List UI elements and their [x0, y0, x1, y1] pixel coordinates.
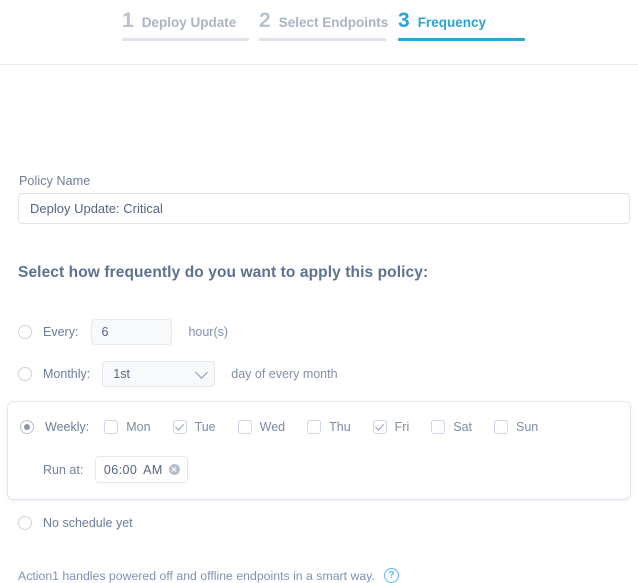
weekday-sun[interactable]: Sun	[494, 420, 538, 434]
checkbox-thu[interactable]	[307, 420, 322, 434]
weekday-sat[interactable]: Sat	[431, 420, 472, 434]
weekday-tue[interactable]: Tue	[172, 420, 216, 434]
step-label: Deploy Update	[141, 15, 237, 30]
step-label: Frequency	[417, 15, 486, 30]
step-underline	[398, 38, 525, 41]
monthly-day-select[interactable]: 1st	[102, 361, 216, 387]
weekday-thu[interactable]: Thu	[307, 420, 351, 434]
every-suffix: hour(s)	[188, 325, 229, 339]
weekday-label: Thu	[329, 420, 351, 434]
every-label: Every:	[43, 325, 79, 339]
weekly-label: Weekly:	[45, 420, 90, 434]
weekday-fri[interactable]: Fri	[372, 420, 410, 434]
step-frequency[interactable]: 3 Frequency	[398, 9, 525, 41]
step-label: Select Endpoints	[278, 15, 389, 30]
weekday-wed[interactable]: Wed	[237, 420, 286, 434]
monthly-label: Monthly:	[43, 367, 91, 381]
help-question-icon[interactable]: ?	[383, 568, 399, 583]
checkbox-tue[interactable]	[172, 420, 187, 434]
checkbox-wed[interactable]	[237, 420, 252, 434]
run-at-time-input[interactable]: 06:00 AM	[95, 456, 189, 483]
frequency-option-weekly[interactable]: Weekly: Mon Tue Wed Thu Fri Sat Sun	[20, 420, 552, 434]
section-title: Select how frequently do you want to app…	[18, 264, 429, 281]
footer-note: Action1 handles powered off and offline …	[18, 568, 399, 583]
frequency-option-monthly[interactable]: Monthly: 1st day of every month	[18, 361, 338, 387]
frequency-option-every[interactable]: Every: hour(s)	[18, 319, 228, 345]
policy-name-input[interactable]	[18, 193, 630, 224]
weekday-label: Sun	[516, 420, 539, 434]
checkbox-fri[interactable]	[372, 420, 387, 434]
weekday-label: Tue	[194, 420, 216, 434]
checkbox-mon[interactable]	[104, 420, 119, 434]
checkbox-sat[interactable]	[431, 420, 446, 434]
no-schedule-label: No schedule yet	[43, 516, 133, 530]
step-number: 1	[122, 9, 134, 32]
weekday-label: Fri	[394, 420, 410, 434]
weekday-label: Wed	[259, 420, 286, 434]
clear-circle-icon[interactable]	[168, 464, 180, 475]
every-hours-input[interactable]	[91, 319, 173, 345]
run-at-meridiem: AM	[143, 462, 163, 477]
policy-name-label: Policy Name	[19, 174, 91, 188]
step-number: 2	[259, 9, 271, 32]
monthly-day-value: 1st	[113, 367, 130, 381]
radio-no-schedule[interactable]	[18, 516, 32, 530]
footer-note-text: Action1 handles powered off and offline …	[18, 568, 375, 583]
weekly-option-card: Weekly: Mon Tue Wed Thu Fri Sat Sun Run …	[8, 402, 630, 499]
run-at-label: Run at:	[43, 462, 84, 477]
run-at-time-value: 06:00	[103, 462, 138, 477]
radio-monthly[interactable]	[18, 367, 32, 381]
step-deploy-update[interactable]: 1 Deploy Update	[122, 9, 249, 41]
weekday-label: Sat	[453, 420, 473, 434]
radio-weekly[interactable]	[20, 420, 34, 434]
monthly-suffix: day of every month	[231, 367, 338, 381]
weekday-label: Mon	[126, 420, 151, 434]
weekday-mon[interactable]: Mon	[104, 420, 151, 434]
checkbox-sun[interactable]	[494, 420, 509, 434]
frequency-option-no-schedule[interactable]: No schedule yet	[18, 516, 133, 530]
chevron-down-icon	[195, 365, 209, 379]
wizard-stepper: 1 Deploy Update 2 Select Endpoints 3 Fre…	[0, 0, 638, 65]
radio-every[interactable]	[18, 325, 32, 339]
weekday-checkbox-group: Mon Tue Wed Thu Fri Sat Sun	[104, 420, 552, 434]
run-at-row: Run at: 06:00 AM	[43, 456, 189, 483]
step-underline	[259, 38, 386, 41]
step-number: 3	[398, 9, 410, 32]
step-underline	[122, 38, 249, 41]
step-select-endpoints[interactable]: 2 Select Endpoints	[259, 9, 389, 41]
